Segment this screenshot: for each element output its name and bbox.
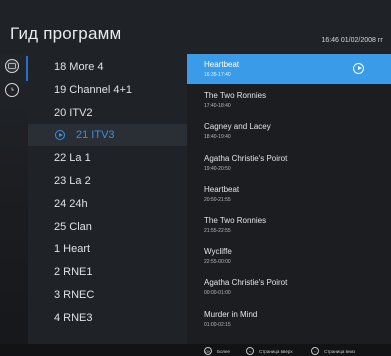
program-row[interactable]: Agatha Christie's Poirot 19:40-20:50 (187, 148, 391, 178)
channel-label: 19 Channel 4+1 (54, 83, 132, 96)
program-time: 18:40-19:40 (204, 134, 231, 141)
program-time: 19:40-20:50 (204, 165, 231, 172)
program-time: 17:40-18:40 (204, 103, 231, 110)
channel-row[interactable]: 21 ITV3 (28, 124, 187, 147)
remote-key-icon: + (246, 347, 254, 355)
channel-label: 3 RNEC (54, 289, 95, 301)
program-row[interactable]: The Two Ronnies 17:40-18:40 (187, 85, 391, 115)
page-title: Гид программ (10, 24, 122, 43)
program-time: 22:55-00:00 (204, 259, 231, 266)
channel-label: 22 La 1 (54, 152, 91, 165)
channel-row[interactable]: 2 RNE1 (28, 261, 187, 283)
header: Гид программ 16:46 01/02/2008 гг (0, 0, 391, 54)
channel-label: 1 Heart (54, 243, 91, 256)
program-row[interactable]: Heartbeat 16:35-17:40 (187, 54, 391, 84)
program-list: Heartbeat 16:35-17:40 The Two Ronnies 17:40… (187, 54, 391, 344)
program-title: Heartbeat (204, 184, 240, 194)
channel-row[interactable]: 4 RNE3 (28, 307, 187, 329)
channel-label: 23 La 2 (54, 175, 91, 187)
channel-row[interactable]: 25 Clan (28, 216, 187, 238)
footer-hint-label: Более (217, 348, 230, 354)
program-time: 20:50-21:55 (204, 196, 231, 203)
channel-row[interactable]: 3 RNEC (28, 284, 187, 306)
side-rail (0, 54, 28, 344)
channel-label: 2 RNE1 (54, 266, 93, 279)
program-row[interactable]: Agatha Christie's Poirot 00:00-01:00 (187, 272, 391, 302)
channel-list: 18 More 4 19 Channel 4+1 20 ITV2 21 ITV3 22 … (28, 54, 187, 344)
program-time: 21:55-22:55 (204, 228, 231, 234)
footer-hint: OK Более (204, 347, 230, 355)
channel-row[interactable]: 19 Channel 4+1 (28, 79, 187, 101)
channel-row[interactable]: 24 24h (28, 193, 187, 215)
program-row[interactable]: Murder in Mind 01:00-02:15 (187, 304, 391, 334)
program-time: 01:00-02:15 (204, 321, 231, 328)
program-title: Heartbeat (204, 60, 240, 69)
channel-label: 18 More 4 (54, 61, 104, 73)
program-title: Cagney and Lacey (204, 122, 271, 132)
footer-hints: OK Более + Страница вверх − Страница вниз (0, 344, 391, 356)
program-time: 00:00-01:00 (204, 290, 231, 297)
channel-label: 20 ITV2 (54, 106, 93, 119)
footer-hint: + Страница вверх (246, 347, 293, 355)
program-row[interactable]: Heartbeat 20:50-21:55 (187, 179, 391, 209)
program-title: The Two Ronnies (204, 91, 267, 101)
footer-hint: − Страница вниз (311, 347, 355, 355)
program-time: 16:35-17:40 (204, 72, 231, 78)
footer-hint-label: Страница вниз (324, 348, 356, 354)
footer-hint-label: Страница вверх (259, 348, 293, 354)
channel-row[interactable]: 20 ITV2 (28, 102, 187, 124)
channel-row[interactable]: 1 Heart (28, 238, 187, 260)
channel-row[interactable]: 22 La 1 (28, 147, 187, 169)
program-title: The Two Ronnies (204, 216, 267, 225)
program-title: Agatha Christie's Poirot (204, 278, 288, 288)
tv-icon[interactable] (5, 59, 19, 73)
play-icon[interactable] (353, 63, 364, 74)
channel-row[interactable]: 18 More 4 (28, 56, 187, 78)
program-guide-screen: Гид программ 16:46 01/02/2008 гг 18 More… (0, 0, 391, 356)
channel-row[interactable]: 23 La 2 (28, 170, 187, 192)
channel-label: 24 24h (54, 197, 88, 210)
program-row[interactable]: Cagney and Lacey 18:40-19:40 (187, 116, 391, 146)
datetime: 16:46 01/02/2008 гг (321, 37, 383, 44)
channel-label: 4 RNE3 (54, 311, 93, 324)
clock-icon[interactable] (5, 83, 19, 97)
program-row[interactable]: Wycliffe 22:55-00:00 (187, 241, 391, 271)
channel-label: 25 Clan (54, 220, 92, 233)
program-row[interactable]: The Two Ronnies 21:55-22:55 (187, 210, 391, 240)
program-title: Murder in Mind (204, 309, 258, 319)
remote-key-icon: − (311, 347, 319, 355)
program-title: Agatha Christie's Poirot (204, 153, 288, 163)
remote-key-icon: OK (204, 347, 212, 355)
program-title: Wycliffe (204, 247, 232, 257)
